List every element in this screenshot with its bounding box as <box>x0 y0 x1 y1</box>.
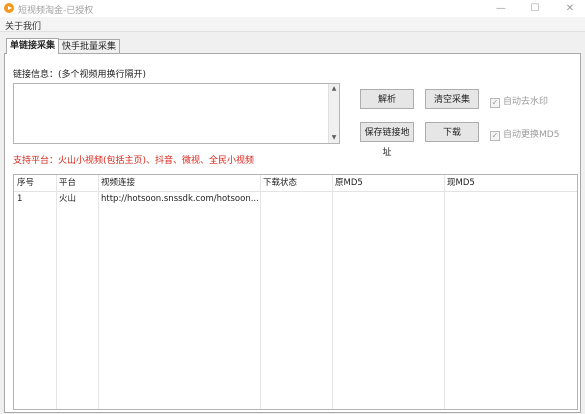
scroll-down-arrow-icon[interactable]: ▼ <box>329 133 339 143</box>
cell-video-link: http://hotsoon.snssdk.com/hotsoon... <box>101 194 259 204</box>
column-header[interactable]: 原MD5 <box>332 175 444 191</box>
column-header[interactable]: 现MD5 <box>444 175 577 191</box>
scroll-up-arrow-icon[interactable]: ▲ <box>329 84 339 94</box>
auto-watermark-checkbox[interactable]: ✓ 自动去水印 <box>490 94 548 108</box>
minimize-button[interactable]: — <box>489 0 513 17</box>
app-logo-icon <box>4 3 14 13</box>
close-button[interactable]: ✕ <box>558 0 582 17</box>
single-link-panel: 链接信息：(多个视频用换行隔开) ▲ ▼ 解析 清空采集 保存链接地址 下载 ✓… <box>4 53 581 413</box>
auto-md5-checkbox[interactable]: ✓ 自动更换MD5 <box>490 127 559 141</box>
tab-single-link[interactable]: 单链接采集 <box>6 38 60 54</box>
column-header[interactable]: 平台 <box>56 175 98 191</box>
cell-original-md5 <box>332 192 444 207</box>
checkmark-icon: ✓ <box>490 131 500 141</box>
clear-collection-button[interactable]: 清空采集 <box>425 89 479 109</box>
cell-download-status <box>260 192 332 207</box>
checkmark-icon: ✓ <box>490 98 500 108</box>
menu-bar: 关于我们 <box>0 17 585 32</box>
results-table[interactable]: 序号 平台 视频连接 下载状态 原MD5 现MD5 1 火山 http://ho… <box>13 174 578 410</box>
maximize-button[interactable]: ☐ <box>523 0 547 17</box>
download-button[interactable]: 下载 <box>425 122 479 142</box>
link-info-label: 链接信息：(多个视频用换行隔开) <box>13 70 147 80</box>
tab-kuaishou-batch[interactable]: 快手批量采集 <box>58 39 121 54</box>
column-divider <box>98 175 99 409</box>
link-input[interactable]: ▲ ▼ <box>13 83 340 144</box>
column-divider <box>260 175 261 409</box>
save-links-button[interactable]: 保存链接地址 <box>360 122 414 158</box>
table-row[interactable]: 1 火山 http://hotsoon.snssdk.com/hotsoon..… <box>14 192 577 207</box>
window-title: 短视频淘金-已授权 <box>18 6 94 16</box>
link-input-scrollbar[interactable]: ▲ ▼ <box>328 84 339 143</box>
auto-watermark-label: 自动去水印 <box>503 97 549 107</box>
menu-about[interactable]: 关于我们 <box>5 19 41 32</box>
column-header[interactable]: 视频连接 <box>98 175 260 191</box>
cell-current-md5 <box>444 192 577 207</box>
column-divider <box>56 175 57 409</box>
parse-button[interactable]: 解析 <box>360 89 414 109</box>
column-header[interactable]: 序号 <box>14 175 56 191</box>
auto-md5-label: 自动更换MD5 <box>503 130 560 140</box>
column-divider <box>444 175 445 409</box>
cell-index: 1 <box>17 194 23 204</box>
column-header[interactable]: 下载状态 <box>260 175 332 191</box>
cell-platform: 火山 <box>59 194 77 204</box>
column-divider <box>332 175 333 409</box>
title-bar: 短视频淘金-已授权 — ☐ ✕ <box>0 0 585 17</box>
supported-platforms-text: 支持平台：火山小视频(包括主页)、抖音、微视、全民小视频 <box>13 156 255 166</box>
